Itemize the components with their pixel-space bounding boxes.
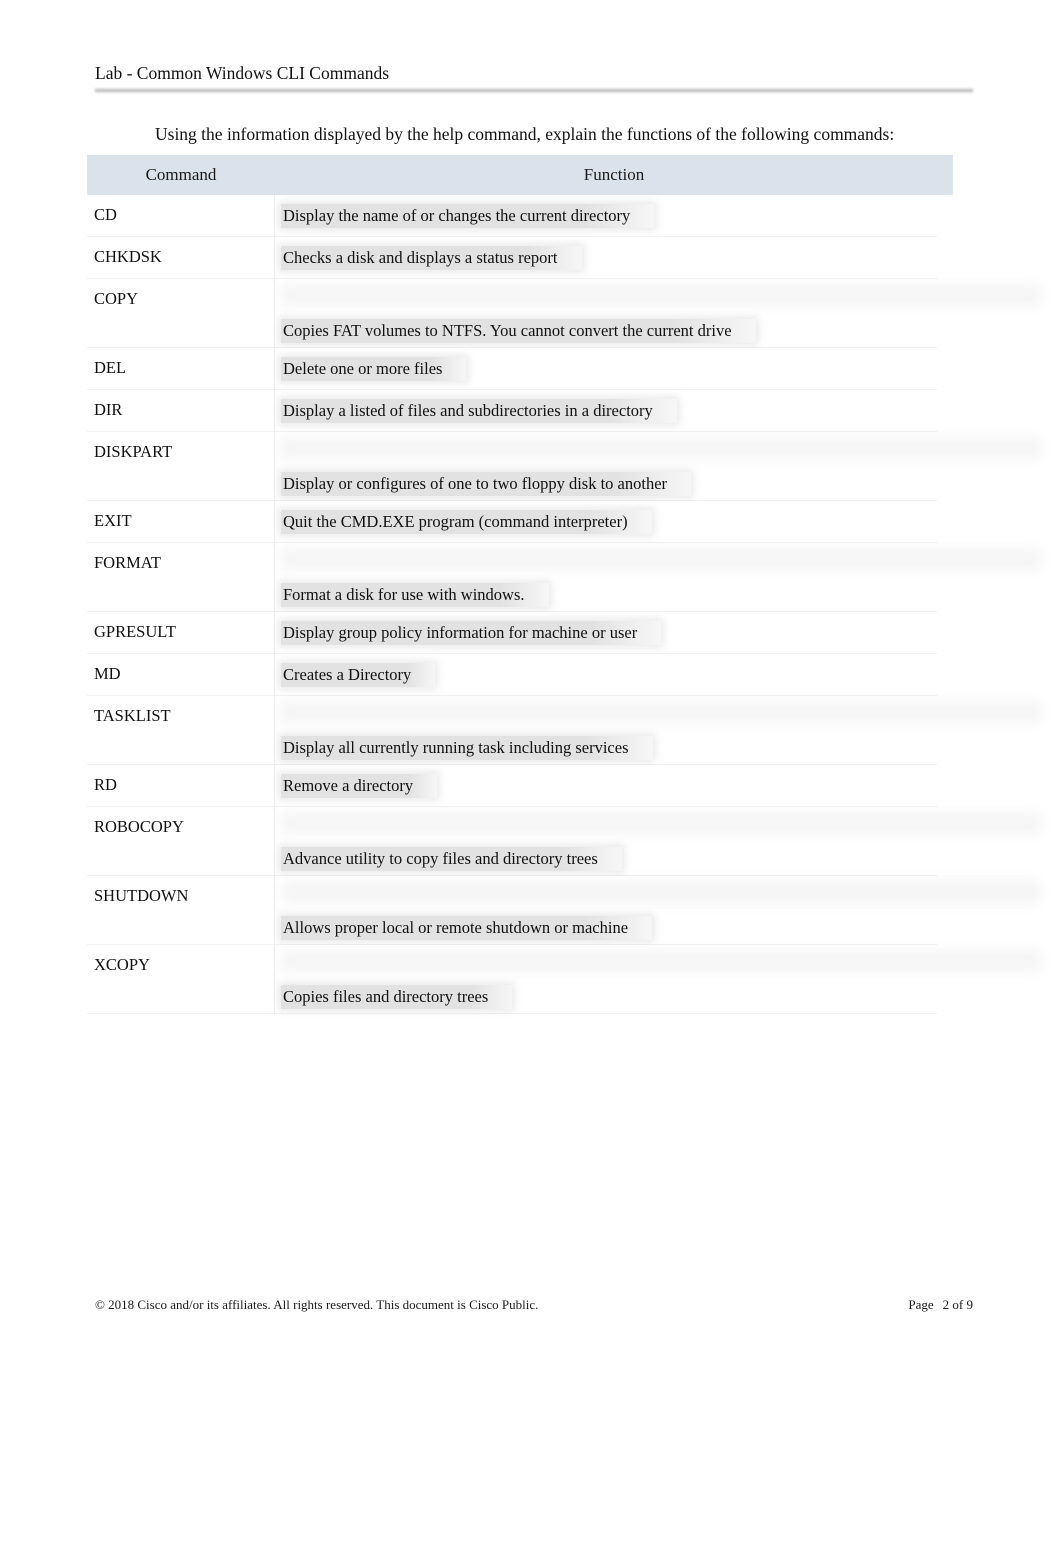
cell-function: Display the name of or changes the curre… [275, 195, 937, 236]
cell-function: Allows proper local or remote shutdown o… [275, 876, 1041, 944]
table-row: XCOPY Copies files and directory trees [87, 945, 1041, 1014]
cell-function: Display all currently running task inclu… [275, 696, 1041, 764]
blurred-highlight-band [281, 436, 1041, 460]
command-text: DISKPART [94, 442, 173, 461]
table-row: MD Creates a Directory [87, 654, 937, 696]
cell-command: SHUTDOWN [87, 876, 275, 944]
blurred-highlight-band [281, 700, 1041, 724]
cell-function: Display group policy information for mac… [275, 612, 937, 653]
blurred-highlight-band [281, 811, 1041, 835]
command-text: DEL [94, 358, 127, 377]
table-row: CD Display the name of or changes the cur… [87, 195, 937, 237]
function-text: Copies files and directory trees [281, 985, 513, 1009]
function-text: Remove a directory [281, 774, 438, 798]
command-text: TASKLIST [94, 706, 171, 725]
cell-function: Delete one or more files [275, 348, 937, 389]
cell-command: RD [87, 765, 275, 806]
command-text: MD [94, 664, 121, 683]
function-text: Display the name of or changes the curre… [281, 204, 655, 228]
footer-page-value: 2 of 9 [942, 1297, 973, 1312]
table-row: CHKDSK Checks a disk and displays a statu… [87, 237, 937, 279]
command-text: ROBOCOPY [94, 817, 184, 836]
cell-command: MD [87, 654, 275, 695]
table-row: DISKPART Display or configures of one to … [87, 432, 1041, 501]
table-row: EXIT Quit the CMD.EXE program (command in… [87, 501, 937, 543]
footer-copyright: © 2018 Cisco and/or its affiliates. All … [95, 1297, 539, 1312]
command-text: RD [94, 775, 117, 794]
cell-command: DIR [87, 390, 275, 431]
table-row: GPRESULT Display group policy information… [87, 612, 937, 654]
running-header-title: Lab - Common Windows CLI Commands [95, 63, 390, 83]
table-body: CD Display the name of or changes the cur… [87, 195, 1041, 1014]
cell-command: COPY [87, 279, 275, 347]
table-row: ROBOCOPY Advance utility to copy files an… [87, 807, 1041, 876]
cell-function: Display or configures of one to two flop… [275, 432, 1041, 500]
command-text: SHUTDOWN [94, 886, 189, 905]
document-page: Lab - Common Windows CLI Commands Using … [0, 0, 1062, 1561]
function-text: Delete one or more files [281, 357, 467, 381]
command-text: EXIT [94, 511, 132, 530]
blurred-highlight-band [281, 283, 1041, 307]
column-header-function: Function [583, 165, 645, 184]
command-text: CHKDSK [94, 247, 162, 266]
cell-command: DEL [87, 348, 275, 389]
cell-function: Creates a Directory [275, 654, 937, 695]
cell-function: Copies FAT volumes to NTFS. You cannot c… [275, 279, 1041, 347]
cell-command: TASKLIST [87, 696, 275, 764]
function-text: Advance utility to copy files and direct… [281, 847, 622, 871]
command-text: COPY [94, 289, 139, 308]
table-row: DEL Delete one or more files [87, 348, 937, 390]
cell-function: Checks a disk and displays a status repo… [275, 237, 937, 278]
cell-function: Copies files and directory trees [275, 945, 1041, 1013]
blurred-highlight-band [281, 949, 1041, 973]
cell-command: GPRESULT [87, 612, 275, 653]
cell-command: ROBOCOPY [87, 807, 275, 875]
function-text: Display all currently running task inclu… [281, 736, 653, 760]
command-text: XCOPY [94, 955, 150, 974]
cell-command: XCOPY [87, 945, 275, 1013]
function-text: Checks a disk and displays a status repo… [281, 246, 582, 270]
table-header-row: Command Function [87, 155, 953, 195]
header-divider-rule [95, 88, 973, 93]
cell-function: Quit the CMD.EXE program (command interp… [275, 501, 937, 542]
footer-page-label: Page [908, 1297, 934, 1312]
cell-function: Format a disk for use with windows. [275, 543, 1041, 611]
cell-function: Display a listed of files and subdirecto… [275, 390, 937, 431]
function-text: Allows proper local or remote shutdown o… [281, 916, 653, 940]
table-row: SHUTDOWN Allows proper local or remote sh… [87, 876, 1041, 945]
command-text: CD [94, 205, 117, 224]
commands-table: Command Function CD Display the name of o… [87, 155, 1041, 1014]
command-text: GPRESULT [94, 622, 176, 641]
column-header-command: Command [145, 165, 217, 184]
table-row: TASKLIST Display all currently running ta… [87, 696, 1041, 765]
document-footer: © 2018 Cisco and/or its affiliates. All … [95, 1296, 973, 1313]
function-text: Creates a Directory [281, 663, 436, 687]
cell-command: DISKPART [87, 432, 275, 500]
table-row: COPY Copies FAT volumes to NTFS. You cann… [87, 279, 1041, 348]
table-row: FORMAT Format a disk for use with windows… [87, 543, 1041, 612]
intro-paragraph: Using the information displayed by the h… [155, 124, 895, 144]
blurred-highlight-band [281, 880, 1041, 904]
cell-command: CHKDSK [87, 237, 275, 278]
cell-command: EXIT [87, 501, 275, 542]
table-row: RD Remove a directory [87, 765, 937, 807]
cell-function: Remove a directory [275, 765, 937, 806]
cell-function: Advance utility to copy files and direct… [275, 807, 1041, 875]
command-text: FORMAT [94, 553, 161, 572]
function-text: Format a disk for use with windows. [281, 583, 549, 607]
command-text: DIR [94, 400, 123, 419]
blurred-highlight-band [281, 547, 1041, 571]
table-row: DIR Display a listed of files and subdire… [87, 390, 937, 432]
cell-command: CD [87, 195, 275, 236]
running-header: Lab - Common Windows CLI Commands [95, 62, 975, 84]
cell-command: FORMAT [87, 543, 275, 611]
function-text: Display group policy information for mac… [281, 621, 662, 645]
function-text: Display or configures of one to two flop… [281, 472, 692, 496]
function-text: Quit the CMD.EXE program (command interp… [281, 510, 652, 534]
function-text: Copies FAT volumes to NTFS. You cannot c… [281, 319, 756, 343]
function-text: Display a listed of files and subdirecto… [281, 399, 677, 423]
footer-page-number: Page 2 of 9 [908, 1296, 973, 1313]
